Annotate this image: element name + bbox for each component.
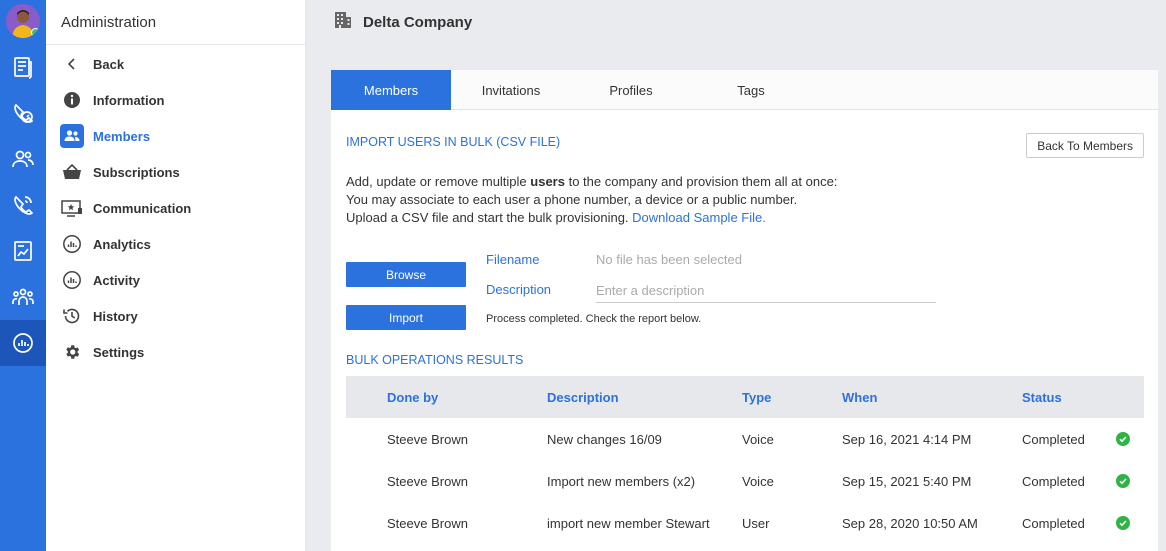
sidebar-item-label: Settings [93,344,145,360]
column-when[interactable]: When [842,376,877,418]
filename-label: Filename [486,252,540,267]
basket-icon [60,160,84,184]
sidebar-item-label: Analytics [93,236,151,252]
check-circle-icon [1116,432,1130,446]
cell-status: Completed [1022,431,1085,447]
online-status-dot [31,28,40,37]
import-status-message: Process completed. Check the report belo… [486,313,702,325]
description-input[interactable] [596,279,936,303]
column-type[interactable]: Type [742,376,771,418]
members-panel: Members Invitations Profiles Tags IMPORT… [331,70,1158,551]
info-icon [60,88,84,112]
sidebar-title: Administration [46,0,305,45]
tab-profiles[interactable]: Profiles [571,70,691,110]
download-sample-link[interactable]: Download Sample File. [632,210,766,225]
cell-when: Sep 15, 2021 5:40 PM [842,473,972,489]
import-instructions: Add, update or remove multiple users to … [346,173,837,227]
results-table: Done by Description Type When Status Ste… [346,376,1144,544]
users-icon [60,124,84,148]
sidebar-item-analytics[interactable]: Analytics [60,230,151,258]
document-icon[interactable] [0,44,46,90]
cell-done-by: Steeve Brown [387,431,468,447]
admin-sidebar: Administration Back Information Members … [46,0,306,551]
phone-speed-icon[interactable] [0,90,46,136]
import-button[interactable]: Import [346,305,466,330]
table-header: Done by Description Type When Status [346,376,1144,418]
history-icon [60,304,84,328]
group-icon[interactable] [0,274,46,320]
tab-tags[interactable]: Tags [691,70,811,110]
table-row[interactable]: Steeve Brown import new member Stewart U… [346,502,1144,544]
sidebar-item-settings[interactable]: Settings [60,338,144,366]
check-circle-icon [1116,474,1130,488]
sidebar-item-label: History [93,308,138,324]
check-circle-icon [1116,516,1130,530]
analytics-icon [60,232,84,256]
sidebar-item-communication[interactable]: Communication [60,194,191,222]
intro-line2: You may associate to each user a phone n… [346,192,798,207]
sidebar-item-label: Communication [93,200,192,216]
sidebar-item-label: Information [93,92,165,108]
monitor-star-icon [60,196,84,220]
sidebar-item-subscriptions[interactable]: Subscriptions [60,158,180,186]
gear-icon [60,340,84,364]
phone-call-icon[interactable] [0,182,46,228]
sidebar-item-history[interactable]: History [60,302,138,330]
sidebar-item-label: Back [93,56,125,72]
filename-value: No file has been selected [596,252,742,267]
tab-invitations[interactable]: Invitations [451,70,571,110]
import-section-title: IMPORT USERS IN BULK (CSV FILE) [346,135,561,149]
table-row[interactable]: Steeve Brown New changes 16/09 Voice Sep… [346,418,1144,460]
chevron-left-icon [60,52,84,76]
sidebar-item-information[interactable]: Information [60,86,165,114]
table-row[interactable]: Steeve Brown Import new members (x2) Voi… [346,460,1144,502]
intro-line3-prefix: Upload a CSV file and start the bulk pro… [346,210,633,225]
cell-description: Import new members (x2) [547,473,696,489]
page-title: Delta Company [363,14,473,31]
report-icon[interactable] [0,228,46,274]
cell-when: Sep 28, 2020 10:50 AM [842,515,978,531]
intro-line1-suffix: to the company and provision them all at… [564,174,838,189]
building-icon [334,11,352,34]
avatar[interactable] [6,4,40,38]
intro-line1-prefix: Add, update or remove multiple [346,174,531,189]
results-section-title: BULK OPERATIONS RESULTS [346,353,524,367]
cell-status: Completed [1022,515,1085,531]
page-header: Delta Company [306,0,1166,45]
cell-done-by: Steeve Brown [387,515,468,531]
icon-rail [0,0,46,551]
cell-type: Voice [742,473,774,489]
description-label: Description [486,282,552,297]
intro-line1-bold: users [530,174,565,189]
tab-bar: Members Invitations Profiles Tags [331,70,1158,110]
sidebar-item-back[interactable]: Back [60,50,124,78]
analytics-icon[interactable] [0,320,46,366]
cell-type: Voice [742,431,774,447]
sidebar-item-activity[interactable]: Activity [60,266,140,294]
cell-when: Sep 16, 2021 4:14 PM [842,431,972,447]
back-to-members-button[interactable]: Back To Members [1026,133,1144,158]
tab-members[interactable]: Members [331,70,451,110]
cell-done-by: Steeve Brown [387,473,468,489]
browse-button[interactable]: Browse [346,262,466,287]
column-status[interactable]: Status [1022,376,1062,418]
cell-type: User [742,515,770,531]
cell-description: New changes 16/09 [547,431,662,447]
column-done-by[interactable]: Done by [387,376,438,418]
sidebar-item-label: Activity [93,272,140,288]
cell-status: Completed [1022,473,1085,489]
sidebar-item-members[interactable]: Members [60,122,150,150]
people-icon[interactable] [0,136,46,182]
cell-description: import new member Stewart [547,515,710,531]
activity-icon [60,268,84,292]
column-description[interactable]: Description [547,376,619,418]
sidebar-item-label: Subscriptions [93,164,180,180]
sidebar-item-label: Members [93,128,151,144]
